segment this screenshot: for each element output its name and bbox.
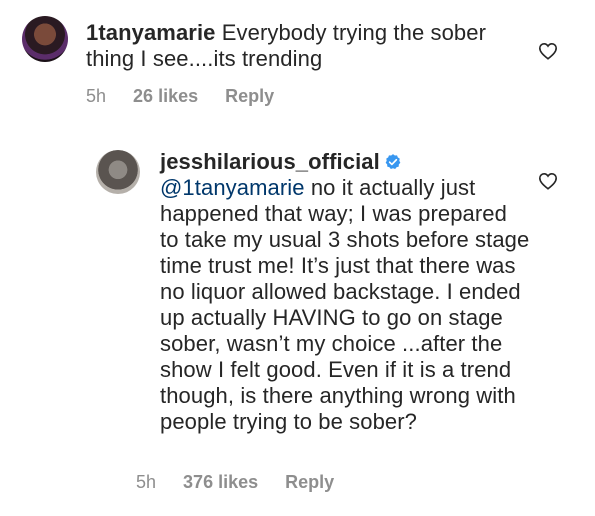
reply-button[interactable]: Reply xyxy=(225,86,274,106)
verified-badge-icon xyxy=(385,154,401,170)
comment-text: 1tanyamarie Everybody trying the sober t… xyxy=(86,20,526,72)
comment-username[interactable]: 1tanyamarie xyxy=(86,20,216,45)
comment-likes[interactable]: 26 likes xyxy=(133,86,198,106)
heart-icon[interactable] xyxy=(538,42,558,60)
avatar[interactable] xyxy=(22,16,68,62)
comment-meta: 5h 26 likes Reply xyxy=(86,86,296,107)
reply-button[interactable]: Reply xyxy=(285,472,334,492)
comment-likes[interactable]: 376 likes xyxy=(183,472,258,492)
comment-time: 5h xyxy=(136,472,157,492)
comment-time: 5h xyxy=(86,86,107,106)
comment-meta: 5h 376 likes Reply xyxy=(136,472,356,493)
avatar[interactable] xyxy=(96,150,140,194)
mention-link[interactable]: @1tanyamarie xyxy=(160,175,305,200)
comment-username[interactable]: jesshilarious_official xyxy=(160,149,380,174)
comment-text: jesshilarious_official @1tanyamarie no i… xyxy=(160,149,530,435)
heart-icon[interactable] xyxy=(538,172,558,190)
comment-body: no it actually just happened that way; I… xyxy=(160,175,530,434)
